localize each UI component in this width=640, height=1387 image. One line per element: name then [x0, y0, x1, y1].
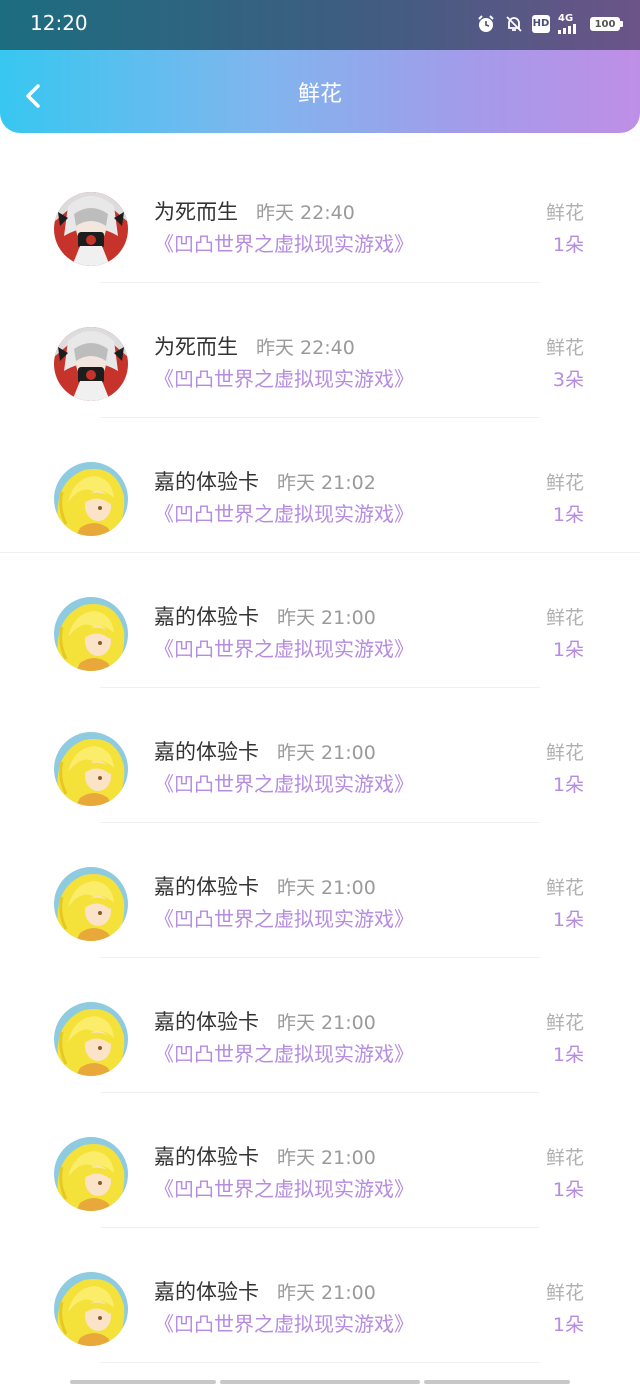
- page-title: 鲜花: [297, 82, 342, 107]
- gift-record-item[interactable]: 嘉的体验卡 昨天 21:00 《凹凸世界之虚拟现实游戏》 鲜花 1朵: [0, 1228, 640, 1363]
- timestamp: 昨天 21:00: [277, 1147, 376, 1169]
- timestamp: 昨天 21:00: [277, 877, 376, 899]
- gift-type: 鲜花: [545, 1147, 584, 1169]
- avatar-yellow-icon: [54, 1137, 128, 1211]
- hd-icon: HD: [532, 15, 550, 33]
- avatar-yellow-icon: [54, 1002, 128, 1076]
- gift-type: 鲜花: [545, 607, 584, 629]
- alarm-icon: [476, 14, 496, 34]
- user-name[interactable]: 嘉的体验卡: [154, 738, 259, 766]
- avatar[interactable]: [54, 192, 128, 266]
- avatar-yellow-icon: [54, 867, 128, 941]
- avatar[interactable]: [54, 327, 128, 401]
- timestamp: 昨天 22:40: [256, 337, 355, 359]
- user-name[interactable]: 嘉的体验卡: [154, 1278, 259, 1306]
- avatar-red-icon: [54, 327, 128, 401]
- gift-count: 3朵: [552, 369, 584, 391]
- book-title-link[interactable]: 《凹凸世界之虚拟现实游戏》: [154, 365, 414, 393]
- gift-record-item[interactable]: 嘉的体验卡 昨天 21:00 《凹凸世界之虚拟现实游戏》 鲜花 1朵: [0, 1093, 640, 1228]
- avatar-yellow-icon: [54, 1272, 128, 1346]
- user-name[interactable]: 嘉的体验卡: [154, 1143, 259, 1171]
- user-name[interactable]: 为死而生: [154, 333, 238, 361]
- scroll-indicator: [0, 1380, 640, 1384]
- mute-bell-icon: [504, 14, 524, 34]
- book-title-link[interactable]: 《凹凸世界之虚拟现实游戏》: [154, 905, 414, 933]
- book-title-link[interactable]: 《凹凸世界之虚拟现实游戏》: [154, 500, 414, 528]
- user-name[interactable]: 为死而生: [154, 198, 238, 226]
- book-title-link[interactable]: 《凹凸世界之虚拟现实游戏》: [154, 770, 414, 798]
- gift-type: 鲜花: [545, 472, 584, 494]
- gift-record-item[interactable]: 嘉的体验卡 昨天 21:00 《凹凸世界之虚拟现实游戏》 鲜花 1朵: [0, 823, 640, 958]
- gift-count: 1朵: [552, 504, 584, 526]
- book-title-link[interactable]: 《凹凸世界之虚拟现实游戏》: [154, 1310, 414, 1338]
- avatar-yellow-icon: [54, 597, 128, 671]
- gift-record-item[interactable]: 嘉的体验卡 昨天 21:00 《凹凸世界之虚拟现实游戏》 鲜花 1朵: [0, 553, 640, 688]
- gift-record-item[interactable]: 嘉的体验卡 昨天 21:00 《凹凸世界之虚拟现实游戏》 鲜花 1朵: [0, 958, 640, 1093]
- gift-type: 鲜花: [545, 1282, 584, 1304]
- gift-type: 鲜花: [545, 877, 584, 899]
- avatar[interactable]: [54, 732, 128, 806]
- avatar[interactable]: [54, 462, 128, 536]
- gift-record-item[interactable]: 嘉的体验卡 昨天 21:02 《凹凸世界之虚拟现实游戏》 鲜花 1朵: [0, 418, 640, 553]
- timestamp: 昨天 21:00: [277, 1012, 376, 1034]
- gift-count: 1朵: [552, 639, 584, 661]
- network-label: 4G: [558, 13, 574, 24]
- battery-icon: 100: [590, 17, 623, 31]
- gift-record-item[interactable]: 为死而生 昨天 22:40 《凹凸世界之虚拟现实游戏》 鲜花 1朵: [0, 148, 640, 283]
- timestamp: 昨天 21:00: [277, 742, 376, 764]
- book-title-link[interactable]: 《凹凸世界之虚拟现实游戏》: [154, 230, 414, 258]
- timestamp: 昨天 21:00: [277, 1282, 376, 1304]
- timestamp: 昨天 22:40: [256, 202, 355, 224]
- status-time: 12:20: [30, 11, 88, 35]
- divider: [100, 1362, 540, 1363]
- status-icons: HD 4G 100: [476, 12, 623, 36]
- gift-type: 鲜花: [545, 337, 584, 359]
- book-title-link[interactable]: 《凹凸世界之虚拟现实游戏》: [154, 1040, 414, 1068]
- avatar[interactable]: [54, 1272, 128, 1346]
- timestamp: 昨天 21:02: [277, 472, 376, 494]
- gift-count: 1朵: [552, 909, 584, 931]
- gift-type: 鲜花: [545, 202, 584, 224]
- user-name[interactable]: 嘉的体验卡: [154, 603, 259, 631]
- gift-record-item[interactable]: 为死而生 昨天 22:40 《凹凸世界之虚拟现实游戏》 鲜花 3朵: [0, 283, 640, 418]
- status-bar: 12:20 HD 4G 100: [0, 0, 640, 50]
- gift-count: 1朵: [552, 774, 584, 796]
- avatar-yellow-icon: [54, 462, 128, 536]
- avatar-red-icon: [54, 192, 128, 266]
- gift-type: 鲜花: [545, 1012, 584, 1034]
- book-title-link[interactable]: 《凹凸世界之虚拟现实游戏》: [154, 1175, 414, 1203]
- gift-count: 1朵: [552, 1044, 584, 1066]
- avatar[interactable]: [54, 597, 128, 671]
- gift-type: 鲜花: [545, 742, 584, 764]
- gift-record-item[interactable]: 嘉的体验卡 昨天 21:00 《凹凸世界之虚拟现实游戏》 鲜花 1朵: [0, 688, 640, 823]
- avatar-yellow-icon: [54, 732, 128, 806]
- user-name[interactable]: 嘉的体验卡: [154, 873, 259, 901]
- avatar[interactable]: [54, 867, 128, 941]
- avatar[interactable]: [54, 1137, 128, 1211]
- timestamp: 昨天 21:00: [277, 607, 376, 629]
- signal-icon: 4G: [558, 14, 582, 34]
- avatar[interactable]: [54, 1002, 128, 1076]
- gift-record-list: 为死而生 昨天 22:40 《凹凸世界之虚拟现实游戏》 鲜花 1朵 为死而生 昨天 22:4…: [0, 148, 640, 1363]
- user-name[interactable]: 嘉的体验卡: [154, 468, 259, 496]
- user-name[interactable]: 嘉的体验卡: [154, 1008, 259, 1036]
- gift-count: 1朵: [552, 234, 584, 256]
- book-title-link[interactable]: 《凹凸世界之虚拟现实游戏》: [154, 635, 414, 663]
- gift-count: 1朵: [552, 1314, 584, 1336]
- gift-count: 1朵: [552, 1179, 584, 1201]
- header-bar: 12:20 HD 4G 100 鲜花: [0, 0, 640, 133]
